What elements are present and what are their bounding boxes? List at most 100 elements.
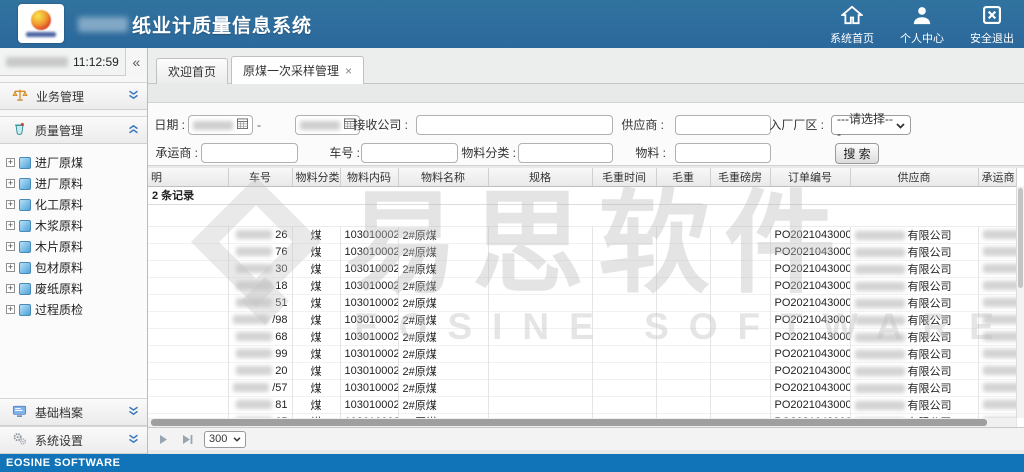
area-select[interactable]: ---请选择--- bbox=[831, 115, 911, 135]
gross-weight-cell bbox=[656, 396, 710, 413]
nav-logout[interactable]: 安全退出 bbox=[970, 5, 1014, 46]
table-header-row: 明车号物料分类物料内码物料名称规格毛重时间毛重毛重磅房订单编号供应商承运商 bbox=[148, 168, 1016, 186]
date-value-redacted bbox=[300, 121, 340, 130]
carrier-input[interactable] bbox=[201, 143, 298, 163]
logo-text-redacted bbox=[26, 32, 56, 37]
table-row[interactable]: 30 煤 103010002 2#原煤 PO202104300037 有限公司 bbox=[148, 260, 1016, 277]
expand-plus-icon[interactable]: + bbox=[6, 284, 15, 293]
tree-item[interactable]: + 包材原料 bbox=[4, 257, 147, 278]
column-header[interactable]: 物料名称 bbox=[398, 168, 488, 186]
date-value-redacted bbox=[193, 121, 233, 130]
column-header[interactable]: 物料内码 bbox=[340, 168, 398, 186]
category-cell: 煤 bbox=[292, 243, 340, 260]
sidebar-datetime: 11:12:59 « bbox=[0, 48, 147, 76]
spec-cell bbox=[488, 362, 592, 379]
category-cell: 煤 bbox=[292, 328, 340, 345]
table-row[interactable]: 81 煤 103010002 2#原煤 PO202104300037 有限公司 bbox=[148, 396, 1016, 413]
table-row[interactable]: 18 煤 103010002 2#原煤 PO202104300037 有限公司 bbox=[148, 277, 1016, 294]
last-page-button[interactable] bbox=[180, 432, 194, 446]
column-header[interactable]: 订单编号 bbox=[770, 168, 850, 186]
tree-item[interactable]: + 进厂原煤 bbox=[4, 152, 147, 173]
expand-plus-icon[interactable]: + bbox=[6, 158, 15, 167]
tab-welcome[interactable]: 欢迎首页 bbox=[156, 58, 228, 84]
tree-node-icon bbox=[19, 178, 31, 190]
column-header[interactable]: 物料分类 bbox=[292, 168, 340, 186]
column-header[interactable]: 毛重磅房 bbox=[710, 168, 770, 186]
search-button[interactable]: 搜 索 bbox=[835, 143, 879, 164]
tree-item[interactable]: + 废纸原料 bbox=[4, 278, 147, 299]
gross-weight-cell bbox=[656, 311, 710, 328]
record-count-row: 2 条记录 bbox=[148, 186, 1016, 204]
column-header[interactable]: 承运商 bbox=[978, 168, 1016, 186]
vehicle-label: 车号 : bbox=[308, 143, 360, 163]
column-header[interactable]: 明 bbox=[148, 168, 228, 186]
expand-plus-icon[interactable]: + bbox=[6, 305, 15, 314]
table-row[interactable]: 51 煤 103010002 2#原煤 PO202104300037 有限公司 bbox=[148, 294, 1016, 311]
area-select-value: ---请选择--- bbox=[837, 110, 896, 141]
column-header[interactable]: 车号 bbox=[228, 168, 292, 186]
tab-raw-coal-sampling[interactable]: 原煤一次采样管理 × bbox=[231, 56, 364, 84]
supplier-input[interactable] bbox=[675, 115, 771, 135]
page-size-select[interactable]: 300 bbox=[204, 431, 246, 448]
sidebar-section-quality[interactable]: 质量管理 bbox=[0, 116, 147, 144]
horizontal-scrollbar[interactable] bbox=[148, 418, 1016, 427]
expand-plus-icon[interactable]: + bbox=[6, 221, 15, 230]
horizontal-scrollbar-thumb[interactable] bbox=[151, 419, 987, 426]
expand-plus-icon[interactable]: + bbox=[6, 242, 15, 251]
nav-profile[interactable]: 个人中心 bbox=[900, 5, 944, 46]
carrier-redacted bbox=[983, 264, 1017, 273]
vehicle-cell: 20 bbox=[228, 362, 292, 379]
vehicle-input[interactable] bbox=[361, 143, 458, 163]
next-page-button[interactable] bbox=[156, 432, 170, 446]
sidebar-section-archives[interactable]: 基础档案 bbox=[0, 398, 147, 426]
table-row[interactable]: 76 煤 103010002 2#原煤 PO202104300037 有限公司 bbox=[148, 243, 1016, 260]
exit-icon bbox=[982, 5, 1002, 28]
sidebar-collapse-button[interactable]: « bbox=[125, 48, 147, 76]
expand-plus-icon[interactable]: + bbox=[6, 263, 15, 272]
desc-cell bbox=[148, 362, 228, 379]
date-from-input[interactable] bbox=[188, 115, 253, 135]
tab-close-icon[interactable]: × bbox=[345, 65, 352, 77]
supplier-cell: 有限公司 bbox=[850, 396, 978, 413]
spec-cell bbox=[488, 379, 592, 396]
desc-cell bbox=[148, 277, 228, 294]
column-header[interactable]: 毛重 bbox=[656, 168, 710, 186]
expand-plus-icon[interactable]: + bbox=[6, 200, 15, 209]
tree-item[interactable]: + 木片原料 bbox=[4, 236, 147, 257]
column-header[interactable]: 毛重时间 bbox=[592, 168, 656, 186]
material-name-cell: 2#原煤 bbox=[398, 294, 488, 311]
tab-label: 欢迎首页 bbox=[168, 63, 216, 80]
tree-item-label: 木浆原料 bbox=[35, 217, 83, 234]
tree-item[interactable]: + 化工原料 bbox=[4, 194, 147, 215]
order-no-cell: PO202104300037 bbox=[770, 294, 850, 311]
weighbridge-cell bbox=[710, 328, 770, 345]
table-row[interactable]: /98 煤 103010002 2#原煤 PO202104300037 有限公司 bbox=[148, 311, 1016, 328]
material-name-cell: 2#原煤 bbox=[398, 277, 488, 294]
tree-node-icon bbox=[19, 262, 31, 274]
recv-company-input[interactable] bbox=[416, 115, 613, 135]
vehicle-redacted bbox=[236, 332, 272, 341]
nav-home[interactable]: 系统首页 bbox=[830, 5, 874, 46]
vertical-scrollbar-thumb[interactable] bbox=[1018, 188, 1023, 288]
tree-item[interactable]: + 过程质检 bbox=[4, 299, 147, 320]
table-row[interactable]: 20 煤 103010002 2#原煤 PO202104300037 有限公司 bbox=[148, 362, 1016, 379]
vertical-scrollbar[interactable] bbox=[1016, 186, 1024, 418]
material-name-cell: 2#原煤 bbox=[398, 362, 488, 379]
column-header[interactable]: 供应商 bbox=[850, 168, 978, 186]
sidebar-section-settings[interactable]: 系统设置 bbox=[0, 426, 147, 454]
tree-item[interactable]: + 进厂原料 bbox=[4, 173, 147, 194]
expand-plus-icon[interactable]: + bbox=[6, 179, 15, 188]
table-row[interactable]: 68 煤 103010002 2#原煤 PO202104300037 有限公司 bbox=[148, 328, 1016, 345]
calendar-icon[interactable] bbox=[237, 118, 248, 132]
table-row[interactable]: 99 煤 103010002 2#原煤 PO202104300037 有限公司 bbox=[148, 345, 1016, 362]
supplier-redacted bbox=[855, 367, 905, 376]
column-header[interactable]: 规格 bbox=[488, 168, 592, 186]
table-row[interactable]: /57 煤 103010002 2#原煤 PO202104300037 有限公司 bbox=[148, 379, 1016, 396]
material-cat-input[interactable] bbox=[518, 143, 613, 163]
order-no-cell: PO202104300037 bbox=[770, 277, 850, 294]
material-input[interactable] bbox=[675, 143, 771, 163]
table-row[interactable]: 26 煤 103010002 2#原煤 PO202104300037 有限公司 bbox=[148, 226, 1016, 243]
sidebar-section-business[interactable]: 业务管理 bbox=[0, 82, 147, 110]
tree-item-label: 废纸原料 bbox=[35, 280, 83, 297]
tree-item[interactable]: + 木浆原料 bbox=[4, 215, 147, 236]
